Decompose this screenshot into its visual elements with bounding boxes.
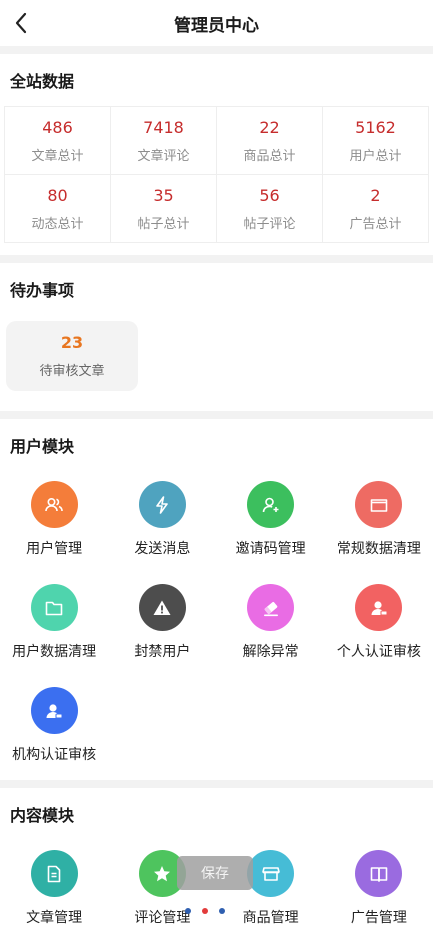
- module-label: 个人认证审核: [336, 644, 421, 660]
- module-label: 封禁用户: [134, 644, 191, 660]
- users-icon: [30, 481, 78, 528]
- send-message-button[interactable]: 发送消息: [108, 471, 216, 574]
- stat-user-total[interactable]: 5162 用户总计: [323, 107, 429, 175]
- divider: [0, 411, 433, 419]
- stat-label: 文章总计: [31, 148, 84, 164]
- eraser-icon: [247, 584, 295, 631]
- org-verification-button[interactable]: 机构认证审核: [0, 677, 108, 780]
- folder-icon: [355, 481, 403, 528]
- indicator-dot: [219, 908, 225, 914]
- document-icon: [30, 850, 78, 897]
- stat-value: 5162: [355, 117, 396, 137]
- user-module-grid: 用户管理 发送消息 邀请码管理 常规数据清理 用户数据清理 封禁用户 解除异常 …: [0, 471, 433, 780]
- stat-moment-total[interactable]: 80 动态总计: [5, 175, 111, 243]
- module-label: 解除异常: [242, 644, 299, 660]
- indicator-dot: [185, 908, 191, 914]
- stat-value: 22: [259, 117, 280, 137]
- user-add-icon: [247, 481, 295, 528]
- stats-grid: 486 文章总计 7418 文章评论 22 商品总计 5162 用户总计 80 动态总计 …: [4, 106, 429, 243]
- user-data-cleanup-button[interactable]: 用户数据清理: [0, 574, 108, 677]
- module-label: 用户管理: [26, 541, 83, 557]
- stat-value: 486: [42, 117, 73, 137]
- lightning-icon: [138, 481, 186, 528]
- user-management-button[interactable]: 用户管理: [0, 471, 108, 574]
- save-toast: 保存: [177, 856, 253, 890]
- store-icon: [247, 850, 295, 897]
- site-data-title: 全站数据: [10, 72, 75, 91]
- article-management-button[interactable]: 文章管理: [0, 840, 108, 931]
- stat-label: 用户总计: [349, 148, 402, 164]
- content-module-title: 内容模块: [10, 806, 75, 825]
- module-label: 商品管理: [242, 910, 299, 926]
- person-badge-icon: [355, 584, 403, 631]
- stat-post-comments[interactable]: 56 帖子评论: [217, 175, 323, 243]
- stat-label: 帖子评论: [243, 216, 296, 232]
- module-label: 广告管理: [350, 910, 407, 926]
- general-data-cleanup-button[interactable]: 常规数据清理: [325, 471, 433, 574]
- todo-label: 待审核文章: [39, 364, 105, 379]
- stat-article-total[interactable]: 486 文章总计: [5, 107, 111, 175]
- todo-pending-articles[interactable]: 23 待审核文章: [6, 321, 138, 391]
- clear-abnormal-button[interactable]: 解除异常: [217, 574, 325, 677]
- stat-ad-total[interactable]: 2 广告总计: [323, 175, 429, 243]
- stat-value: 35: [153, 185, 174, 205]
- ad-management-button[interactable]: 广告管理: [325, 840, 433, 931]
- divider: [0, 46, 433, 54]
- page-indicator: [185, 908, 225, 914]
- stat-value: 80: [47, 185, 68, 205]
- stat-value: 2: [370, 185, 381, 205]
- stat-value: 7418: [143, 117, 184, 137]
- stat-label: 文章评论: [137, 148, 190, 164]
- org-badge-icon: [30, 687, 78, 734]
- divider: [0, 255, 433, 263]
- personal-verification-button[interactable]: 个人认证审核: [325, 574, 433, 677]
- divider: [0, 780, 433, 788]
- top-bar: 管理员中心: [0, 0, 433, 46]
- module-label: 用户数据清理: [12, 644, 97, 660]
- stat-post-total[interactable]: 35 帖子总计: [111, 175, 217, 243]
- stat-label: 商品总计: [243, 148, 296, 164]
- chevron-left-icon: [15, 12, 27, 34]
- page-title: 管理员中心: [174, 15, 259, 36]
- stat-article-comments[interactable]: 7418 文章评论: [111, 107, 217, 175]
- module-label: 机构认证审核: [12, 747, 97, 763]
- user-module-title: 用户模块: [10, 437, 75, 456]
- invite-code-button[interactable]: 邀请码管理: [217, 471, 325, 574]
- todo-count: 23: [60, 333, 84, 352]
- stat-label: 广告总计: [349, 216, 402, 232]
- stat-label: 帖子总计: [137, 216, 190, 232]
- book-icon: [355, 850, 403, 897]
- back-button[interactable]: [6, 8, 36, 38]
- module-label: 文章管理: [26, 910, 83, 926]
- stat-product-total[interactable]: 22 商品总计: [217, 107, 323, 175]
- ban-user-button[interactable]: 封禁用户: [108, 574, 216, 677]
- indicator-dot: [202, 908, 208, 914]
- todo-title: 待办事项: [10, 281, 75, 300]
- module-label: 邀请码管理: [235, 541, 306, 557]
- stat-value: 56: [259, 185, 280, 205]
- module-label: 评论管理: [134, 910, 191, 926]
- folder-icon: [30, 584, 78, 631]
- module-label: 发送消息: [134, 541, 191, 557]
- module-label: 常规数据清理: [336, 541, 421, 557]
- warning-icon: [138, 584, 186, 631]
- stat-label: 动态总计: [31, 216, 84, 232]
